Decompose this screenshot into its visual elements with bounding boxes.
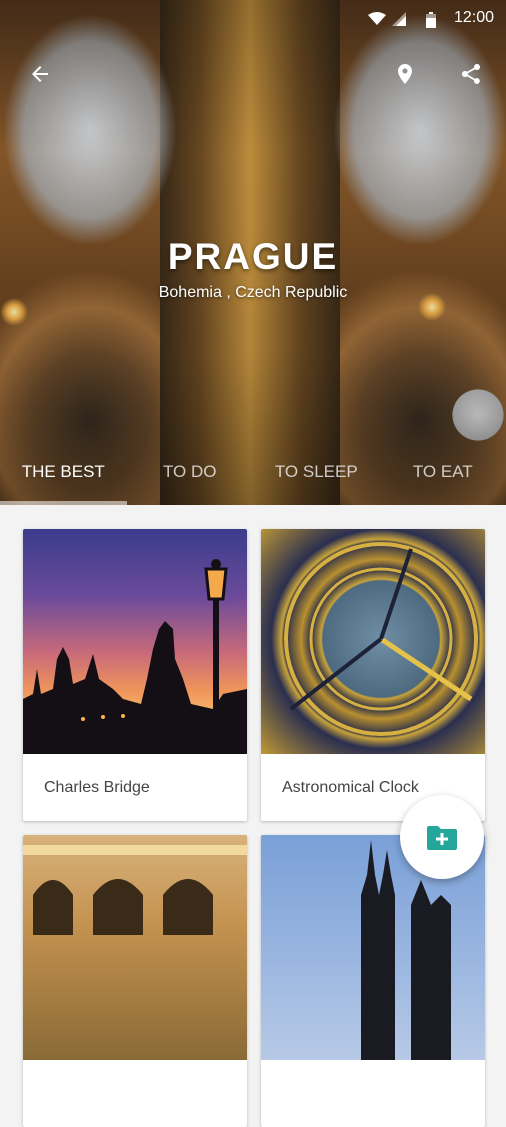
theater-image [23,835,247,1060]
tab-to-do[interactable]: TO DO [127,450,254,505]
place-card-theater[interactable] [23,835,247,1127]
location-pin-icon [393,62,417,86]
wifi-icon [368,12,386,26]
add-folder-icon [426,823,458,851]
tab-the-best[interactable]: THE BEST [0,450,127,505]
arrow-back-icon [28,62,52,86]
tab-to-eat[interactable]: TO EAT [380,450,506,505]
place-card-church[interactable] [261,835,485,1127]
place-card-charles-bridge[interactable]: Charles Bridge [23,529,247,821]
card-label [261,1060,485,1127]
status-bar: 12:00 [0,0,506,36]
share-button[interactable] [451,54,491,94]
hero-title: PRAGUE Bohemia , Czech Republic [0,236,506,302]
status-time: 12:00 [454,9,494,27]
card-label [23,1060,247,1127]
card-label: Charles Bridge [23,754,247,821]
battery-icon [426,12,436,28]
add-folder-button[interactable] [400,795,484,879]
tab-bar: THE BEST TO DO TO SLEEP TO EAT [0,450,506,505]
region-name: Bohemia , Czech Republic [0,284,506,302]
charles-bridge-image [23,529,247,754]
astronomical-clock-image [261,529,485,754]
city-name: PRAGUE [0,236,506,278]
signal-icon [392,12,406,26]
share-icon [459,62,483,86]
place-card-astronomical-clock[interactable]: Astronomical Clock [261,529,485,821]
back-button[interactable] [20,54,60,94]
tab-to-sleep[interactable]: TO SLEEP [253,450,380,505]
tab-indicator [0,501,127,505]
location-button[interactable] [385,54,425,94]
